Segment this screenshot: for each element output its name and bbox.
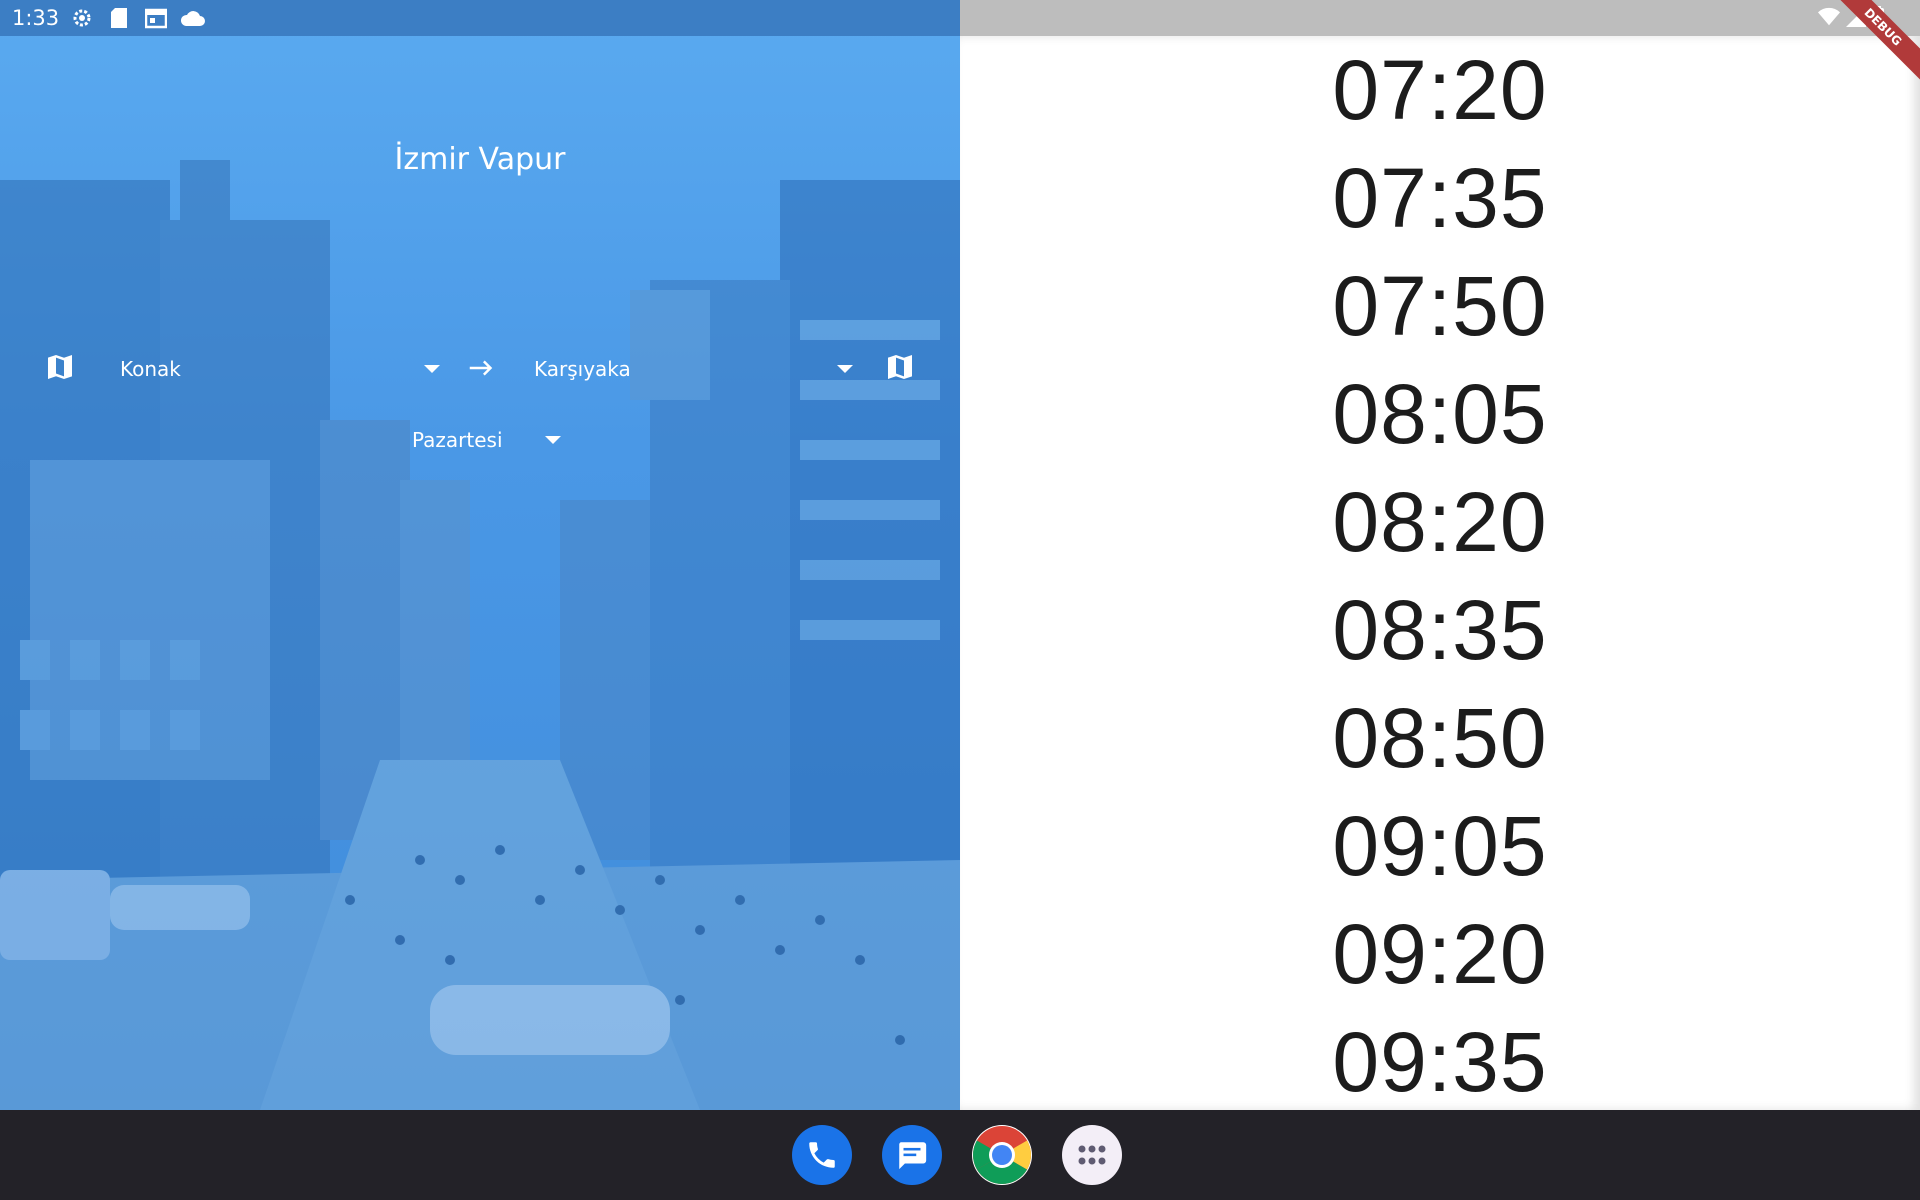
to-dropdown-arrow-icon[interactable] xyxy=(837,365,853,373)
debug-label: DEBUG xyxy=(1830,0,1920,88)
app-drawer-button[interactable] xyxy=(1062,1125,1122,1185)
departure-time-item[interactable]: 07:20 xyxy=(960,36,1920,144)
phone-app-button[interactable] xyxy=(792,1125,852,1185)
app-dock xyxy=(792,1125,1122,1185)
status-time: 1:33 xyxy=(12,6,60,30)
route-selector: Konak Karşıyaka xyxy=(0,345,960,395)
departure-time-item[interactable]: 08:05 xyxy=(960,360,1920,468)
arrow-right-icon xyxy=(469,360,493,376)
navigation-bar xyxy=(0,1110,1920,1200)
day-dropdown[interactable]: Pazartesi xyxy=(412,428,503,452)
chrome-icon xyxy=(973,1126,1031,1184)
departure-time-item[interactable]: 09:35 xyxy=(960,1008,1920,1110)
day-selector[interactable]: Pazartesi xyxy=(0,420,960,460)
status-bar: 1:33 xyxy=(0,0,960,36)
apps-grid-icon xyxy=(1078,1145,1106,1165)
header-panel: İzmir Vapur Konak Karşıyaka Pazartesi xyxy=(0,0,960,1110)
day-dropdown-arrow-icon[interactable] xyxy=(545,436,561,444)
gear-icon xyxy=(69,5,95,31)
from-dropdown-arrow-icon[interactable] xyxy=(424,365,440,373)
departure-time-item[interactable]: 08:20 xyxy=(960,468,1920,576)
departure-time-item[interactable]: 07:50 xyxy=(960,252,1920,360)
message-icon xyxy=(899,1142,927,1170)
departure-times-list[interactable]: 07:20 07:35 07:50 08:05 08:20 08:35 08:50 09:05… xyxy=(960,36,1920,1110)
departure-time-item[interactable]: 08:50 xyxy=(960,684,1920,792)
sd-card-icon xyxy=(106,5,132,31)
status-bar-right xyxy=(960,0,1920,36)
cloud-icon xyxy=(180,5,206,31)
debug-banner: DEBUG xyxy=(1830,0,1920,90)
phone-icon xyxy=(809,1142,835,1168)
app-title: İzmir Vapur xyxy=(394,142,566,177)
map-icon[interactable] xyxy=(884,351,916,383)
departure-time-item[interactable]: 09:05 xyxy=(960,792,1920,900)
departure-time-item[interactable]: 08:35 xyxy=(960,576,1920,684)
calendar-icon xyxy=(143,5,169,31)
departure-time-item[interactable]: 09:20 xyxy=(960,900,1920,1008)
to-station-dropdown[interactable]: Karşıyaka xyxy=(534,357,631,381)
messages-app-button[interactable] xyxy=(882,1125,942,1185)
chrome-app-button[interactable] xyxy=(972,1125,1032,1185)
map-icon[interactable] xyxy=(44,351,76,383)
from-station-dropdown[interactable]: Konak xyxy=(120,357,181,381)
departure-time-item[interactable]: 07:35 xyxy=(960,144,1920,252)
